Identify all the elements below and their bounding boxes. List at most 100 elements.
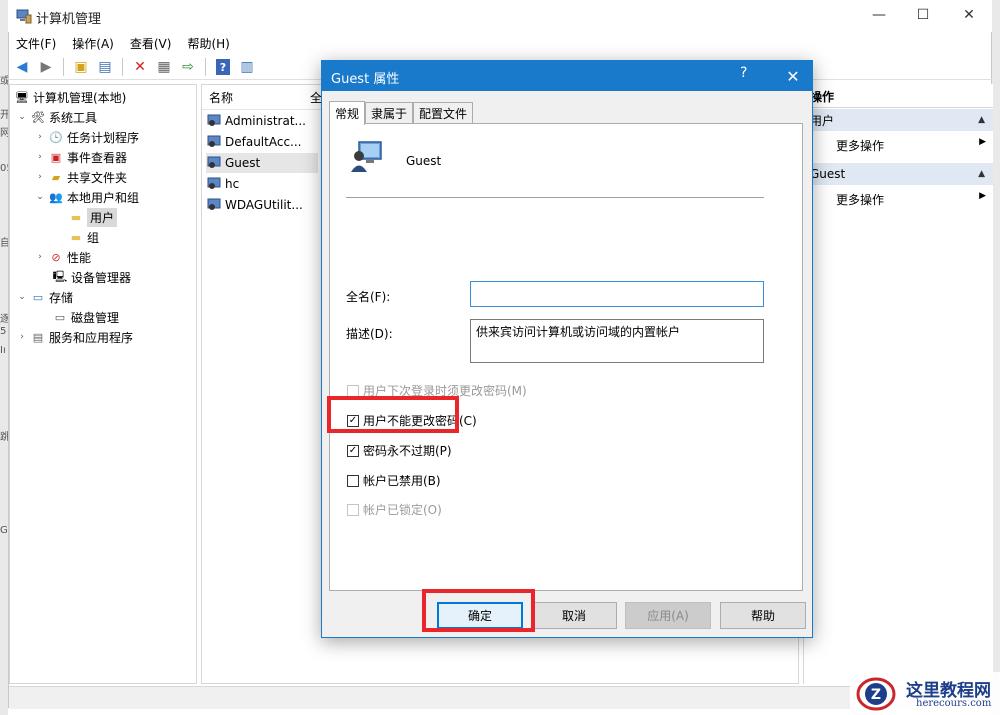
- list-item-label: Administrat...: [225, 114, 306, 128]
- title-bar[interactable]: [8, 0, 992, 32]
- actions-section-guest[interactable]: Guest ▲: [804, 163, 993, 185]
- tree-item-label: 组: [87, 230, 100, 245]
- shared-folder-icon: ▰: [51, 170, 61, 184]
- up-level-button[interactable]: ▣: [71, 57, 91, 77]
- list-item[interactable]: hc: [206, 174, 318, 194]
- user-icon: [206, 155, 222, 171]
- folder-up-icon: ▣: [74, 59, 88, 75]
- tree-item-label: 性能: [67, 250, 92, 265]
- watermark-url: herecours.com: [916, 698, 992, 709]
- list-item-selected[interactable]: Guest: [206, 153, 318, 173]
- menu-help[interactable]: 帮助(H): [179, 32, 237, 54]
- tree-item-system-tools[interactable]: ⌄ 🛠 系统工具: [16, 107, 97, 127]
- list-item[interactable]: WDAGUtilit...: [206, 195, 318, 215]
- chevron-right-icon[interactable]: ›: [34, 152, 46, 162]
- must-change-password-checkbox: [347, 384, 359, 397]
- list-item[interactable]: DefaultAcc...: [206, 132, 318, 152]
- delete-button[interactable]: ✕: [130, 57, 150, 77]
- properties-button[interactable]: ▦: [154, 57, 174, 77]
- chevron-down-icon[interactable]: ⌄: [34, 192, 46, 202]
- back-button[interactable]: ◀: [12, 57, 32, 77]
- action-pane-button[interactable]: ▥: [237, 57, 257, 77]
- list-item[interactable]: Administrat...: [206, 111, 318, 131]
- dialog-title-bar[interactable]: Guest 属性 ? ✕: [322, 61, 812, 91]
- chevron-right-icon[interactable]: ›: [16, 332, 28, 342]
- close-icon: ✕: [786, 66, 800, 86]
- dialog-help-button[interactable]: ?: [740, 65, 747, 81]
- account-locked-option: 帐户已锁定(O): [347, 501, 442, 518]
- menu-action[interactable]: 操作(A): [64, 32, 122, 54]
- user-icon: [206, 134, 222, 150]
- account-disabled-checkbox[interactable]: [347, 474, 359, 487]
- password-never-expires-option[interactable]: ✓ 密码永不过期(P): [347, 442, 452, 459]
- tree-item-shared-folders[interactable]: › ▰ 共享文件夹: [34, 167, 127, 187]
- collapse-up-icon[interactable]: ▲: [978, 169, 985, 179]
- console-tree-icon: ▤: [98, 59, 112, 75]
- highlight-account-disabled: [327, 396, 459, 433]
- help-button[interactable]: 帮助: [720, 602, 806, 629]
- computer-management-icon: 🖥: [15, 90, 29, 104]
- forward-button[interactable]: ▶: [36, 57, 56, 77]
- password-never-expires-checkbox[interactable]: ✓: [347, 444, 359, 457]
- disk-icon: ▭: [54, 310, 66, 324]
- chevron-right-icon[interactable]: ›: [34, 172, 46, 182]
- dialog-title: Guest 属性: [331, 72, 400, 87]
- actions-section-users[interactable]: 用户 ▲: [804, 109, 993, 131]
- tree-item-device-manager[interactable]: 🖳 设备管理器: [50, 267, 131, 287]
- menu-bar: 文件(F) 操作(A) 查看(V) 帮助(H): [8, 32, 992, 54]
- tree-item-storage[interactable]: ⌄ ▭ 存储: [16, 287, 73, 307]
- tree-item-task-scheduler[interactable]: › 🕒 任务计划程序: [34, 127, 139, 147]
- tree-item-label: 存储: [49, 290, 74, 305]
- chevron-down-icon[interactable]: ⌄: [16, 112, 28, 122]
- minimize-button[interactable]: —: [856, 0, 902, 30]
- tree-item-label: 磁盘管理: [71, 310, 120, 325]
- dialog-close-button[interactable]: ✕: [774, 61, 812, 91]
- more-actions-users[interactable]: 更多操作 ▶: [836, 137, 986, 154]
- chevron-right-icon[interactable]: ›: [34, 132, 46, 142]
- tree-item-users[interactable]: ▬ 用户: [66, 207, 118, 227]
- account-disabled-option[interactable]: 帐户已禁用(B): [347, 472, 441, 489]
- more-actions-guest[interactable]: 更多操作 ▶: [836, 191, 986, 208]
- apply-button: 应用(A): [625, 602, 711, 629]
- tree-item-local-users-groups[interactable]: ⌄ 👥 本地用户和组: [34, 187, 139, 207]
- tree-item-performance[interactable]: › ⊘ 性能: [34, 247, 91, 267]
- description-input[interactable]: 供来宾访问计算机或访问域的内置帐户: [470, 319, 764, 363]
- column-header-name[interactable]: 名称: [209, 89, 233, 106]
- help-toolbar-button[interactable]: ?: [213, 57, 233, 77]
- tree-item-event-viewer[interactable]: › ▣ 事件查看器: [34, 147, 127, 167]
- chevron-down-icon[interactable]: ⌄: [16, 292, 28, 302]
- tree-item-services-apps[interactable]: › ▤ 服务和应用程序: [16, 327, 133, 347]
- chevron-right-icon[interactable]: ›: [34, 252, 46, 262]
- user-icon: [206, 113, 222, 129]
- tree-item-disk-management[interactable]: ▭ 磁盘管理: [50, 307, 119, 327]
- description-label: 描述(D):: [346, 327, 393, 341]
- tree-item-computer-management[interactable]: 🖥 计算机管理(本地): [12, 87, 126, 107]
- minimize-icon: —: [872, 7, 886, 23]
- guest-properties-dialog: Guest 属性 ? ✕ 常规 隶属于 配置文件 Guest 全名(F): 描述…: [321, 60, 813, 638]
- tab-member-of[interactable]: 隶属于: [365, 102, 414, 124]
- export-list-button[interactable]: ⇨: [178, 57, 198, 77]
- list-item-label: WDAGUtilit...: [225, 198, 303, 212]
- help-book-icon: ?: [216, 59, 230, 75]
- storage-icon: ▭: [32, 290, 44, 304]
- clock-icon: 🕒: [49, 130, 63, 144]
- maximize-icon: ☐: [916, 7, 930, 23]
- action-pane-icon: ▥: [240, 59, 254, 75]
- show-hide-tree-button[interactable]: ▤: [95, 57, 115, 77]
- watermark-logo-icon: Z: [856, 677, 896, 711]
- checkbox-label: 帐户已禁用(B): [363, 474, 441, 488]
- toolbar-separator: [205, 58, 206, 76]
- actions-section-title: Guest: [810, 167, 846, 181]
- collapse-up-icon[interactable]: ▲: [978, 115, 985, 125]
- cancel-button[interactable]: 取消: [531, 602, 617, 629]
- tab-strip: 常规 隶属于 配置文件: [329, 101, 474, 125]
- menu-view[interactable]: 查看(V): [122, 32, 180, 54]
- tab-general[interactable]: 常规: [329, 101, 366, 125]
- maximize-button[interactable]: ☐: [900, 0, 946, 30]
- menu-file[interactable]: 文件(F): [8, 32, 64, 54]
- full-name-input[interactable]: [470, 281, 764, 307]
- tree-item-label: 设备管理器: [71, 270, 132, 285]
- tree-item-groups[interactable]: ▬ 组: [66, 227, 99, 247]
- close-window-button[interactable]: ✕: [946, 0, 992, 30]
- tab-profile[interactable]: 配置文件: [413, 102, 474, 124]
